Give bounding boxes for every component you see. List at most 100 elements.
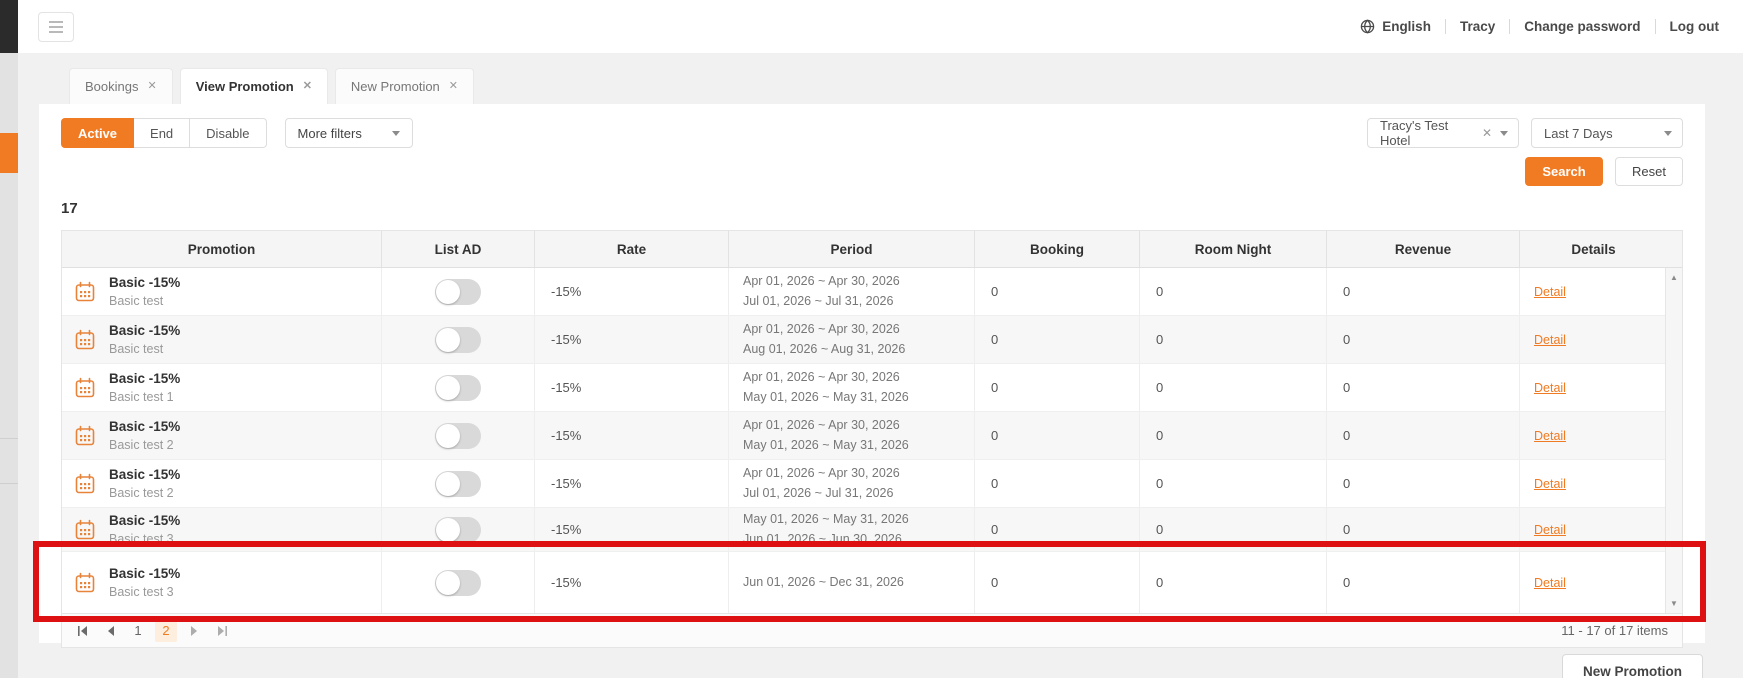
column-header-promotion: Promotion bbox=[62, 231, 382, 267]
promotion-cell: Basic -15% Basic test 3 bbox=[62, 508, 382, 551]
tab-new-promotion[interactable]: New Promotion ✕ bbox=[334, 68, 475, 104]
revenue-cell: 0 bbox=[1327, 552, 1520, 613]
rate-cell: -15% bbox=[535, 412, 729, 459]
close-icon[interactable]: ✕ bbox=[303, 81, 312, 92]
detail-link[interactable]: Detail bbox=[1534, 429, 1566, 443]
sidebar-active-item[interactable] bbox=[0, 133, 18, 173]
details-cell: Detail bbox=[1520, 508, 1667, 551]
promotion-subtitle: Basic test 2 bbox=[109, 486, 174, 500]
promotion-title: Basic -15% bbox=[109, 467, 181, 482]
table-footer: 1 2 11 - 17 of 17 items bbox=[61, 614, 1683, 648]
revenue-cell: 0 bbox=[1327, 412, 1520, 459]
room-night-cell: 0 bbox=[1140, 268, 1327, 315]
list-ad-toggle-off[interactable] bbox=[435, 326, 481, 353]
period-cell: Apr 01, 2026 ~ Apr 30, 2026 Jul 01, 2026 … bbox=[729, 460, 975, 507]
table-scrollbar[interactable]: ▲ ▼ bbox=[1665, 268, 1682, 613]
table-row: Basic -15% Basic test 3 -15% Jun 01, 202… bbox=[62, 552, 1682, 613]
list-ad-cell bbox=[382, 316, 535, 363]
promotion-cell: Basic -15% Basic test bbox=[62, 316, 382, 363]
list-ad-toggle-off[interactable] bbox=[435, 516, 481, 543]
toggle-knob bbox=[436, 327, 460, 352]
promotion-subtitle: Basic test 3 bbox=[109, 532, 174, 546]
top-bar: English Tracy Change password Log out bbox=[18, 0, 1743, 53]
column-header-period: Period bbox=[729, 231, 975, 267]
close-icon[interactable]: ✕ bbox=[449, 81, 458, 92]
calendar-icon bbox=[75, 425, 95, 445]
calendar-icon bbox=[75, 572, 95, 592]
change-password-link[interactable]: Change password bbox=[1524, 19, 1640, 34]
more-filters-label: More filters bbox=[297, 125, 362, 141]
promotion-title: Basic -15% bbox=[109, 323, 181, 338]
new-promotion-button[interactable]: New Promotion bbox=[1561, 654, 1703, 678]
date-range-select[interactable]: Last 7 Days bbox=[1531, 118, 1683, 148]
last-page-button[interactable] bbox=[208, 619, 236, 643]
details-cell: Detail bbox=[1520, 268, 1667, 315]
list-ad-toggle-off[interactable] bbox=[435, 470, 481, 497]
period-cell: Apr 01, 2026 ~ Apr 30, 2026 May 01, 2026 … bbox=[729, 364, 975, 411]
promotion-title: Basic -15% bbox=[109, 371, 181, 386]
promotion-cell: Basic -15% Basic test 2 bbox=[62, 412, 382, 459]
detail-link[interactable]: Detail bbox=[1534, 576, 1566, 590]
tab-bookings[interactable]: Bookings ✕ bbox=[69, 68, 173, 104]
hotel-select-value: Tracy's Test Hotel bbox=[1380, 118, 1449, 148]
search-filters: Tracy's Test Hotel ✕ Last 7 Days bbox=[1367, 118, 1683, 148]
divider bbox=[1509, 19, 1511, 34]
toggle-knob bbox=[436, 423, 460, 448]
details-cell: Detail bbox=[1520, 412, 1667, 459]
logout-link[interactable]: Log out bbox=[1670, 19, 1719, 34]
scroll-up-icon[interactable]: ▲ bbox=[1666, 273, 1682, 282]
scroll-down-icon[interactable]: ▼ bbox=[1666, 599, 1682, 608]
next-page-button[interactable] bbox=[180, 619, 208, 643]
table-header-row: Promotion List AD Rate Period Booking Ro… bbox=[62, 231, 1682, 268]
detail-link[interactable]: Detail bbox=[1534, 523, 1566, 537]
detail-link[interactable]: Detail bbox=[1534, 381, 1566, 395]
promotion-title: Basic -15% bbox=[109, 513, 181, 528]
calendar-icon bbox=[75, 329, 95, 349]
clear-icon[interactable]: ✕ bbox=[1482, 126, 1492, 140]
period-cell: Apr 01, 2026 ~ Apr 30, 2026 Aug 01, 2026 … bbox=[729, 316, 975, 363]
prev-page-button[interactable] bbox=[96, 619, 124, 643]
chevron-down-icon bbox=[1664, 130, 1672, 136]
page-2-button-current[interactable]: 2 bbox=[155, 619, 177, 642]
booking-cell: 0 bbox=[975, 412, 1140, 459]
more-filters-dropdown[interactable]: More filters bbox=[284, 118, 413, 148]
filter-disable-button[interactable]: Disable bbox=[190, 118, 267, 148]
detail-link[interactable]: Detail bbox=[1534, 285, 1566, 299]
language-selector[interactable]: English bbox=[1360, 19, 1431, 34]
filter-end-button[interactable]: End bbox=[134, 118, 191, 148]
close-icon[interactable]: ✕ bbox=[147, 81, 156, 92]
first-page-button[interactable] bbox=[68, 619, 96, 643]
chevron-down-icon bbox=[1500, 130, 1508, 136]
list-ad-toggle-off[interactable] bbox=[435, 422, 481, 449]
tab-view-promotion[interactable]: View Promotion ✕ bbox=[179, 68, 328, 104]
rate-cell: -15% bbox=[535, 552, 729, 613]
promotion-cell: Basic -15% Basic test 3 bbox=[62, 552, 382, 613]
divider bbox=[1444, 19, 1446, 34]
detail-link[interactable]: Detail bbox=[1534, 477, 1566, 491]
promotion-subtitle: Basic test 3 bbox=[109, 585, 174, 599]
top-bar-right: English Tracy Change password Log out bbox=[1360, 19, 1719, 34]
user-name-link[interactable]: Tracy bbox=[1460, 19, 1495, 34]
search-button[interactable]: Search bbox=[1525, 157, 1603, 186]
details-cell: Detail bbox=[1520, 364, 1667, 411]
calendar-icon bbox=[75, 281, 95, 301]
divider bbox=[1654, 19, 1656, 34]
promotion-title: Basic -15% bbox=[109, 566, 181, 581]
reset-button[interactable]: Reset bbox=[1615, 157, 1683, 186]
list-ad-toggle-off[interactable] bbox=[435, 374, 481, 401]
list-ad-cell bbox=[382, 508, 535, 551]
hotel-select[interactable]: Tracy's Test Hotel ✕ bbox=[1367, 118, 1519, 148]
list-ad-toggle-off[interactable] bbox=[435, 278, 481, 305]
promotion-subtitle: Basic test 1 bbox=[109, 390, 174, 404]
table-row: Basic -15% Basic test 3 -15% May 01, 202… bbox=[62, 508, 1682, 552]
tab-label: New Promotion bbox=[350, 79, 440, 94]
list-ad-toggle-off[interactable] bbox=[435, 569, 481, 596]
hamburger-menu-button[interactable] bbox=[38, 11, 74, 42]
detail-link[interactable]: Detail bbox=[1534, 333, 1566, 347]
toggle-knob bbox=[436, 471, 460, 496]
promotion-subtitle: Basic test bbox=[109, 342, 164, 356]
room-night-cell: 0 bbox=[1140, 412, 1327, 459]
filter-active-button[interactable]: Active bbox=[61, 118, 135, 148]
page-1-button[interactable]: 1 bbox=[127, 620, 149, 642]
room-night-cell: 0 bbox=[1140, 460, 1327, 507]
